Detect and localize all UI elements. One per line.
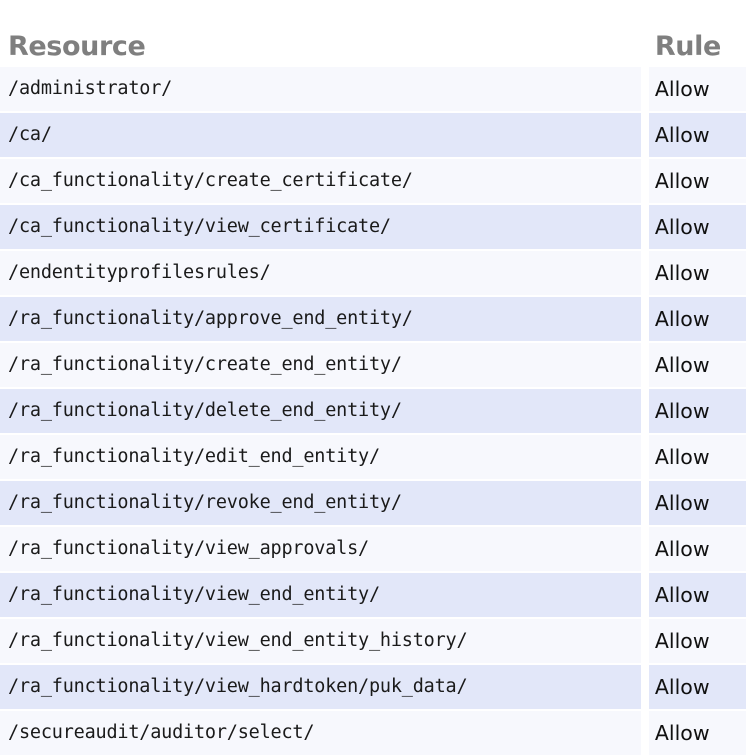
table-row[interactable]: /administrator/Allow: [0, 67, 746, 111]
table-row[interactable]: /ra_functionality/create_end_entity/Allo…: [0, 343, 746, 387]
access-rules-table: Resource Rule /administrator/Allow/ca/Al…: [0, 0, 746, 755]
cell-resource: /administrator/: [0, 67, 641, 111]
cell-column-gap: [641, 343, 649, 387]
cell-rule: Allow: [649, 205, 746, 249]
cell-rule: Allow: [649, 389, 746, 433]
cell-resource: /ra_functionality/create_end_entity/: [0, 343, 641, 387]
cell-rule: Allow: [649, 113, 746, 157]
cell-rule: Allow: [649, 711, 746, 755]
cell-resource: /secureaudit/auditor/select/: [0, 711, 641, 755]
cell-column-gap: [641, 159, 649, 203]
table-row[interactable]: /ra_functionality/revoke_end_entity/Allo…: [0, 481, 746, 525]
cell-column-gap: [641, 481, 649, 525]
cell-column-gap: [641, 573, 649, 617]
cell-column-gap: [641, 435, 649, 479]
cell-resource: /ra_functionality/view_end_entity_histor…: [0, 619, 641, 663]
table-row[interactable]: /ra_functionality/view_end_entity_histor…: [0, 619, 746, 663]
table-row[interactable]: /ra_functionality/delete_end_entity/Allo…: [0, 389, 746, 433]
table-row[interactable]: /ca_functionality/view_certificate/Allow: [0, 205, 746, 249]
cell-column-gap: [641, 527, 649, 571]
cell-column-gap: [641, 389, 649, 433]
cell-rule: Allow: [649, 619, 746, 663]
table-row[interactable]: /ra_functionality/view_hardtoken/puk_dat…: [0, 665, 746, 709]
cell-resource: /ra_functionality/delete_end_entity/: [0, 389, 641, 433]
cell-column-gap: [641, 251, 649, 295]
cell-column-gap: [641, 67, 649, 111]
cell-resource: /ca/: [0, 113, 641, 157]
cell-column-gap: [641, 711, 649, 755]
cell-column-gap: [641, 665, 649, 709]
cell-column-gap: [641, 297, 649, 341]
cell-resource: /ra_functionality/view_approvals/: [0, 527, 641, 571]
cell-rule: Allow: [649, 343, 746, 387]
cell-resource: /ca_functionality/create_certificate/: [0, 159, 641, 203]
cell-rule: Allow: [649, 297, 746, 341]
column-header-resource: Resource: [0, 0, 641, 67]
table-row[interactable]: /ca_functionality/create_certificate/All…: [0, 159, 746, 203]
cell-rule: Allow: [649, 481, 746, 525]
cell-resource: /endentityprofilesrules/: [0, 251, 641, 295]
table-row[interactable]: /ra_functionality/view_approvals/Allow: [0, 527, 746, 571]
cell-resource: /ra_functionality/view_end_entity/: [0, 573, 641, 617]
table-row[interactable]: /ra_functionality/edit_end_entity/Allow: [0, 435, 746, 479]
cell-rule: Allow: [649, 665, 746, 709]
cell-rule: Allow: [649, 251, 746, 295]
column-header-spacer: [641, 0, 649, 67]
table-row[interactable]: /ca/Allow: [0, 113, 746, 157]
table-row[interactable]: /endentityprofilesrules/Allow: [0, 251, 746, 295]
cell-column-gap: [641, 619, 649, 663]
table-row[interactable]: /secureaudit/auditor/select/Allow: [0, 711, 746, 755]
table-body: /administrator/Allow/ca/Allow/ca_functio…: [0, 67, 746, 755]
cell-rule: Allow: [649, 67, 746, 111]
cell-resource: /ra_functionality/approve_end_entity/: [0, 297, 641, 341]
cell-column-gap: [641, 113, 649, 157]
table-row[interactable]: /ra_functionality/approve_end_entity/All…: [0, 297, 746, 341]
table-row[interactable]: /ra_functionality/view_end_entity/Allow: [0, 573, 746, 617]
cell-column-gap: [641, 205, 649, 249]
column-header-rule: Rule: [649, 0, 746, 67]
table-header-row: Resource Rule: [0, 0, 746, 67]
cell-resource: /ra_functionality/view_hardtoken/puk_dat…: [0, 665, 641, 709]
cell-rule: Allow: [649, 159, 746, 203]
cell-rule: Allow: [649, 573, 746, 617]
cell-rule: Allow: [649, 527, 746, 571]
cell-resource: /ca_functionality/view_certificate/: [0, 205, 641, 249]
cell-resource: /ra_functionality/edit_end_entity/: [0, 435, 641, 479]
table-header: Resource Rule: [0, 0, 746, 67]
cell-resource: /ra_functionality/revoke_end_entity/: [0, 481, 641, 525]
cell-rule: Allow: [649, 435, 746, 479]
